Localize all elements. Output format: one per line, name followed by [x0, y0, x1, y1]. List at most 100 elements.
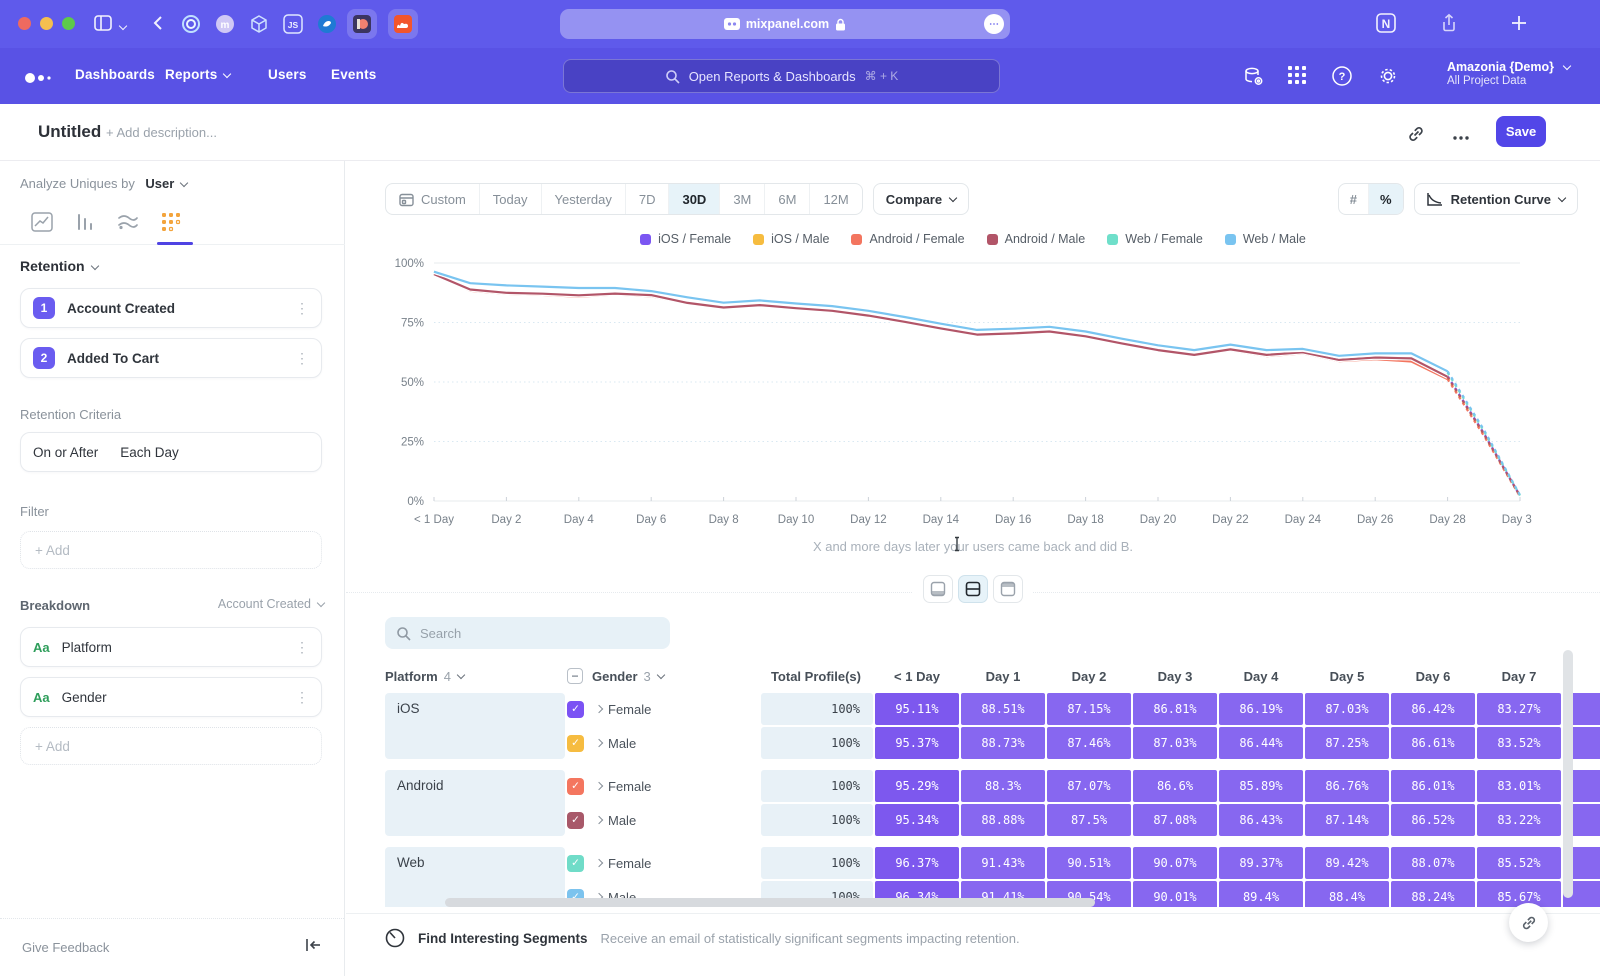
nav-reports[interactable]: Reports — [165, 67, 230, 82]
save-button[interactable]: Save — [1496, 116, 1546, 147]
retention-value-cell[interactable]: 90.07% — [1133, 847, 1217, 879]
legend-item[interactable]: Web / Male — [1225, 232, 1306, 246]
nav-users[interactable]: Users — [268, 67, 307, 82]
legend-item[interactable]: iOS / Male — [753, 232, 829, 246]
retention-value-cell[interactable]: 86.44% — [1219, 727, 1303, 759]
help-icon[interactable]: ? — [1331, 65, 1353, 92]
chart-type-selector[interactable]: Retention Curve — [1414, 183, 1578, 215]
gender-cell[interactable]: ✓Female — [567, 770, 759, 802]
range-12m[interactable]: 12M — [810, 184, 861, 214]
range-6m[interactable]: 6M — [765, 184, 810, 214]
retention-value-cell[interactable]: 89.4% — [1219, 881, 1303, 907]
bird-favicon[interactable] — [312, 9, 342, 39]
js-favicon[interactable]: JS — [278, 9, 308, 39]
step-card-account-created[interactable]: 1 Account Created ⋮ — [20, 288, 322, 328]
range-7d[interactable]: 7D — [626, 184, 670, 214]
retention-value-cell[interactable]: 96.37% — [875, 847, 959, 879]
retention-value-cell[interactable]: 86.6% — [1133, 770, 1217, 802]
retention-value-cell[interactable]: 88.3% — [961, 770, 1045, 802]
expand-row-icon[interactable] — [595, 705, 603, 713]
tab-flows-icon[interactable] — [111, 209, 145, 235]
platform-cell[interactable]: iOS — [385, 693, 565, 759]
platform-cell[interactable]: Android — [385, 770, 565, 836]
add-description[interactable]: + Add description... — [106, 125, 217, 140]
retention-value-cell[interactable]: 86.43% — [1219, 804, 1303, 836]
series-checkbox[interactable]: ✓ — [567, 812, 584, 829]
retention-value-cell[interactable]: 89.37% — [1219, 847, 1303, 879]
retention-value-cell[interactable]: 85.67% — [1477, 881, 1561, 907]
retention-value-cell[interactable]: 86.01% — [1391, 770, 1475, 802]
retention-value-cell[interactable]: 88.88% — [961, 804, 1045, 836]
series-checkbox[interactable]: ✓ — [567, 735, 584, 752]
retention-value-cell[interactable]: 85.89% — [1219, 770, 1303, 802]
retention-value-cell[interactable]: 88.51% — [961, 693, 1045, 725]
target-logo-favicon[interactable] — [176, 9, 206, 39]
tab-funnels-icon[interactable] — [68, 209, 102, 235]
retention-value-cell[interactable]: 95.11% — [875, 693, 959, 725]
retention-value-cell[interactable]: 87.14% — [1305, 804, 1389, 836]
retention-value-cell[interactable]: 88.73% — [961, 727, 1045, 759]
notion-icon[interactable]: N — [1375, 12, 1397, 39]
select-all-checkbox[interactable]: − — [567, 668, 583, 684]
gender-cell[interactable]: ✓Male — [567, 727, 759, 759]
gender-cell[interactable]: ✓Female — [567, 693, 759, 725]
range-today[interactable]: Today — [480, 184, 542, 214]
percent-toggle[interactable]: % — [1369, 184, 1403, 214]
extension-badge[interactable]: ⋯ — [984, 14, 1004, 34]
legend-item[interactable]: iOS / Female — [640, 232, 731, 246]
global-search-input[interactable]: Open Reports & Dashboards ⌘ + K — [563, 59, 1000, 93]
retention-value-cell[interactable]: 89.42% — [1305, 847, 1389, 879]
mixpanel-logo[interactable] — [24, 71, 54, 89]
expand-row-icon[interactable] — [595, 816, 603, 824]
nav-dashboards[interactable]: Dashboards — [75, 67, 155, 82]
retention-value-cell[interactable]: 86.52% — [1391, 804, 1475, 836]
retention-value-cell[interactable]: 90.01% — [1133, 881, 1217, 907]
window-zoom-button[interactable] — [62, 17, 75, 30]
address-bar[interactable]: mixpanel.com ⋯ — [560, 9, 1010, 39]
retention-value-cell[interactable]: 87.25% — [1305, 727, 1389, 759]
cube-favicon[interactable] — [244, 9, 274, 39]
more-options-icon[interactable] — [1452, 128, 1470, 146]
breakdown-card-platform[interactable]: Aa Platform ⋮ — [20, 627, 322, 667]
copy-link-icon[interactable] — [1406, 124, 1426, 149]
data-management-icon[interactable] — [1242, 65, 1265, 93]
retention-chart[interactable]: 100%75%50%25%0%< 1 DayDay 2Day 4Day 6Day… — [382, 251, 1532, 536]
gender-cell[interactable]: ✓Female — [567, 847, 759, 879]
table-search-input[interactable]: Search — [385, 617, 670, 649]
collapse-sidebar-icon[interactable] — [304, 938, 322, 957]
retention-value-cell[interactable]: 87.07% — [1047, 770, 1131, 802]
retention-value-cell[interactable]: 88.24% — [1391, 881, 1475, 907]
legend-item[interactable]: Android / Female — [851, 232, 964, 246]
chart-only-toggle[interactable] — [923, 575, 953, 603]
absolute-numbers-toggle[interactable]: # — [1339, 184, 1369, 214]
expand-row-icon[interactable] — [595, 739, 603, 747]
report-title[interactable]: Untitled — [38, 122, 101, 142]
retention-value-cell[interactable]: 95.34% — [875, 804, 959, 836]
range-custom[interactable]: Custom — [386, 184, 480, 214]
tab-insights-icon[interactable] — [25, 209, 59, 235]
retention-value-cell[interactable]: 86.61% — [1391, 727, 1475, 759]
retention-value-cell[interactable]: 88.07% — [1391, 847, 1475, 879]
retention-value-cell[interactable]: 86.81% — [1133, 693, 1217, 725]
breakdown-card-gender[interactable]: Aa Gender ⋮ — [20, 677, 322, 717]
series-checkbox[interactable]: ✓ — [567, 855, 584, 872]
step-menu-icon[interactable]: ⋮ — [295, 301, 309, 315]
sidebar-toggle-icon[interactable] — [92, 12, 114, 39]
range-3m[interactable]: 3M — [720, 184, 765, 214]
vertical-scrollbar[interactable] — [1563, 650, 1573, 898]
breakdown-menu-icon[interactable]: ⋮ — [295, 640, 309, 654]
retention-value-cell[interactable]: 87.03% — [1133, 727, 1217, 759]
retention-value-cell[interactable]: 86.76% — [1305, 770, 1389, 802]
back-icon[interactable] — [148, 12, 170, 39]
chevron-down-icon[interactable] — [120, 18, 126, 36]
retention-criteria-card[interactable]: On or After Each Day — [20, 432, 322, 472]
find-segments-link[interactable]: Find Interesting Segments — [418, 931, 588, 946]
series-checkbox[interactable]: ✓ — [567, 701, 584, 718]
table-only-toggle[interactable] — [993, 575, 1023, 603]
figma-like-favicon[interactable] — [347, 9, 377, 39]
step-menu-icon[interactable]: ⋮ — [295, 351, 309, 365]
m-circle-favicon[interactable]: m — [210, 9, 240, 39]
breakdown-menu-icon[interactable]: ⋮ — [295, 690, 309, 704]
window-minimize-button[interactable] — [40, 17, 53, 30]
retention-value-cell[interactable]: 83.01% — [1477, 770, 1561, 802]
